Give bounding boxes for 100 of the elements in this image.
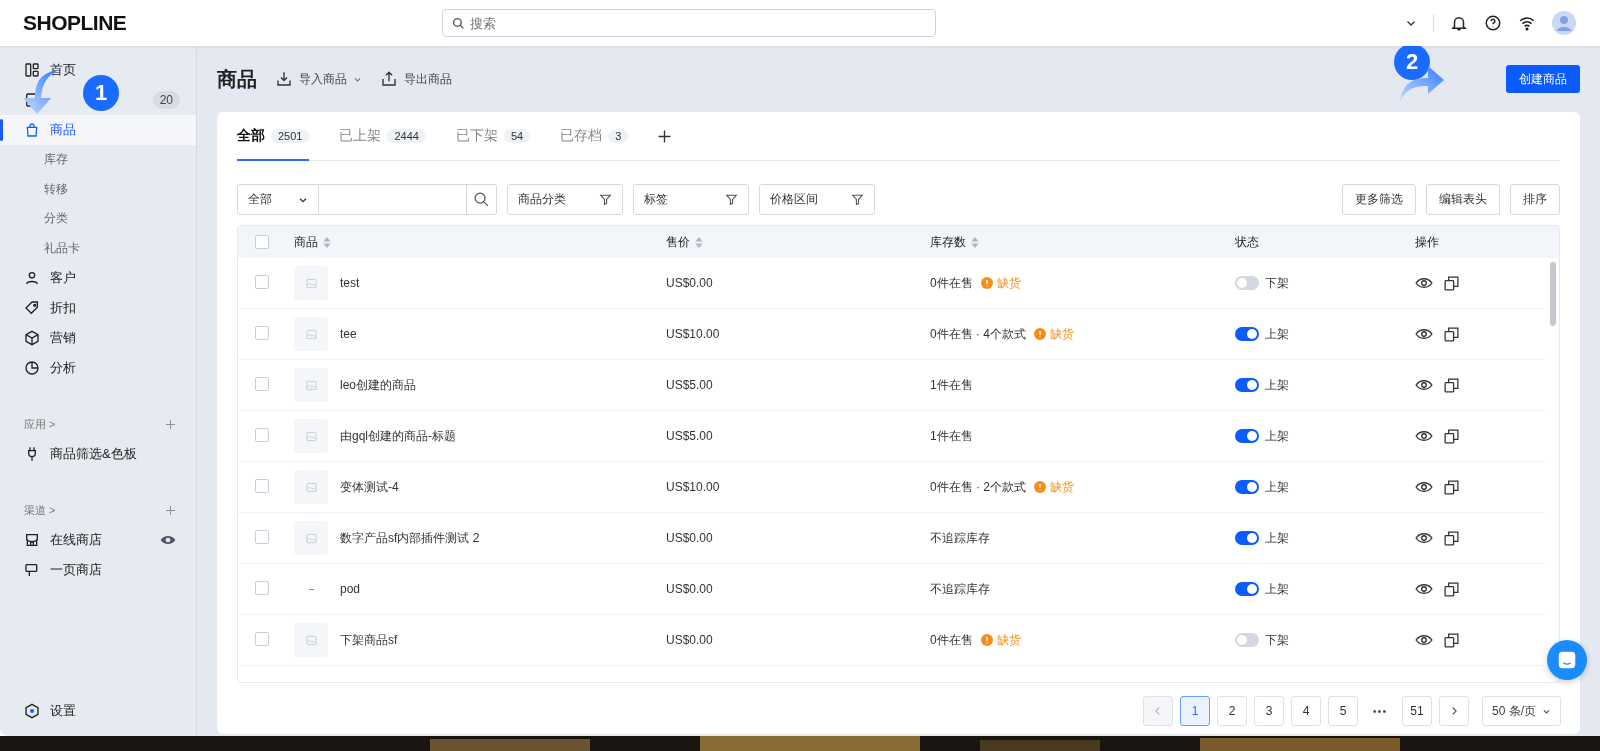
product-name[interactable]: leo创建的商品: [340, 376, 416, 394]
copy-icon[interactable]: [1443, 325, 1460, 343]
product-name[interactable]: tee: [340, 327, 357, 341]
page-button[interactable]: 5: [1328, 696, 1358, 726]
page-size-select[interactable]: 50 条/页: [1482, 696, 1561, 726]
column-header[interactable]: 操作: [1415, 233, 1439, 251]
nav-item[interactable]: 商品筛选&色板: [0, 439, 196, 469]
filter-dropdown[interactable]: 标签: [633, 184, 749, 215]
stock-cell: 1件在售: [930, 427, 973, 445]
copy-icon[interactable]: [1443, 427, 1460, 445]
checkbox[interactable]: [255, 376, 269, 391]
filter-button[interactable]: 更多筛选: [1342, 184, 1416, 215]
checkbox[interactable]: [255, 325, 269, 340]
scope-select[interactable]: 全部: [237, 184, 319, 215]
nav-item[interactable]: 在线商店: [0, 525, 196, 555]
product-name[interactable]: 变体测试-4: [340, 478, 399, 496]
search-field[interactable]: 搜索: [442, 9, 936, 37]
wifi-icon[interactable]: [1518, 14, 1536, 32]
status-toggle[interactable]: [1235, 582, 1259, 596]
nav-item[interactable]: 折扣: [0, 293, 196, 323]
tab[interactable]: 已上架 2444: [339, 112, 426, 161]
ellipsis[interactable]: •••: [1365, 705, 1395, 717]
image-icon: [305, 634, 317, 646]
checkbox[interactable]: [255, 274, 269, 289]
toolbar-button[interactable]: 导出商品: [380, 70, 452, 88]
tab[interactable]: 已下架 54: [455, 112, 531, 161]
checkbox[interactable]: [255, 580, 269, 595]
scrollbar[interactable]: [1550, 262, 1556, 326]
status-toggle[interactable]: [1235, 480, 1259, 494]
status-label: 上架: [1265, 478, 1289, 496]
help-icon[interactable]: [1484, 14, 1502, 32]
copy-icon[interactable]: [1443, 478, 1460, 496]
product-name[interactable]: 下架商品sf: [340, 631, 398, 649]
page-button[interactable]: 4: [1291, 696, 1321, 726]
stock-warning-label: 缺货: [1034, 325, 1074, 343]
checkbox[interactable]: [255, 427, 269, 442]
status-toggle[interactable]: [1235, 327, 1259, 341]
tab[interactable]: 全部 2501: [237, 112, 310, 161]
nav-label: 一页商店: [50, 561, 102, 579]
nav-item[interactable]: 一页商店: [0, 555, 196, 585]
product-name[interactable]: 数字产品sf内部插件测试 2: [340, 529, 480, 547]
copy-icon[interactable]: [1443, 580, 1460, 598]
checkbox[interactable]: [255, 631, 269, 646]
status-toggle[interactable]: [1235, 378, 1259, 392]
settings-item[interactable]: 设置: [0, 696, 196, 726]
product-name[interactable]: pod: [340, 582, 361, 596]
filter-icon: [851, 193, 864, 206]
filter-button[interactable]: 编辑表头: [1426, 184, 1500, 215]
nav-item[interactable]: 商品: [0, 115, 196, 145]
filter-dropdown[interactable]: 商品分类: [507, 184, 623, 215]
nav-item[interactable]: 客户: [0, 263, 196, 293]
nav-subitem[interactable]: 转移: [0, 174, 196, 204]
page-button[interactable]: 1: [1180, 696, 1210, 726]
column-header[interactable]: 售价: [666, 233, 690, 251]
nav-subitem[interactable]: 礼品卡: [0, 233, 196, 263]
bell-icon[interactable]: [1450, 14, 1468, 32]
stock-cell: 不追踪库存: [930, 529, 990, 547]
nav-subitem[interactable]: 分类: [0, 204, 196, 234]
avatar-icon[interactable]: [1552, 11, 1576, 35]
tab[interactable]: 已存档 3: [560, 112, 629, 161]
checkbox[interactable]: [255, 478, 269, 493]
copy-icon[interactable]: [1443, 529, 1460, 547]
copy-icon[interactable]: [1443, 376, 1460, 394]
nav-item[interactable]: 营销: [0, 323, 196, 353]
logo[interactable]: SHOPLINE: [23, 11, 127, 34]
copy-icon[interactable]: [1443, 631, 1460, 649]
warning-icon: [1034, 481, 1046, 493]
copy-icon[interactable]: [1443, 274, 1460, 292]
page-button[interactable]: 51: [1402, 696, 1432, 726]
column-header[interactable]: 状态: [1235, 233, 1259, 251]
filter-button[interactable]: 排序: [1510, 184, 1560, 215]
store-icon: [24, 532, 40, 548]
nav-label: 分析: [50, 359, 76, 377]
toolbar-button[interactable]: 导入商品: [275, 70, 362, 88]
search-button[interactable]: [467, 184, 497, 215]
column-header[interactable]: 商品: [294, 233, 318, 251]
status-toggle[interactable]: [1235, 633, 1259, 647]
nav-item[interactable]: 分析: [0, 353, 196, 383]
price-cell-text: US$5.00: [666, 378, 714, 392]
nav-subitem[interactable]: 库存: [0, 145, 196, 175]
filter-dropdown[interactable]: 价格区间: [759, 184, 875, 215]
status-label: 上架: [1265, 529, 1289, 547]
price-cell-text: US$10.00: [666, 327, 721, 341]
column-header[interactable]: 库存数: [930, 233, 966, 251]
checkbox[interactable]: [255, 529, 269, 544]
page-button[interactable]: 2: [1217, 696, 1247, 726]
checkbox[interactable]: [255, 235, 269, 249]
status-toggle[interactable]: [1235, 531, 1259, 545]
section-title[interactable]: 应用 >: [24, 416, 56, 432]
product-name[interactable]: 由gql创建的商品-标题: [340, 427, 456, 445]
status-toggle[interactable]: [1235, 276, 1259, 290]
status-toggle[interactable]: [1235, 429, 1259, 443]
section-title[interactable]: 渠道 >: [24, 502, 56, 518]
page-button[interactable]: 3: [1254, 696, 1284, 726]
search-field[interactable]: [319, 184, 467, 215]
add-icon[interactable]: [658, 129, 672, 143]
nav-label: 在线商店: [50, 531, 102, 549]
product-name[interactable]: test: [340, 276, 360, 290]
create-button[interactable]: 创建商品: [1506, 65, 1580, 93]
chat-icon: [1556, 649, 1578, 671]
